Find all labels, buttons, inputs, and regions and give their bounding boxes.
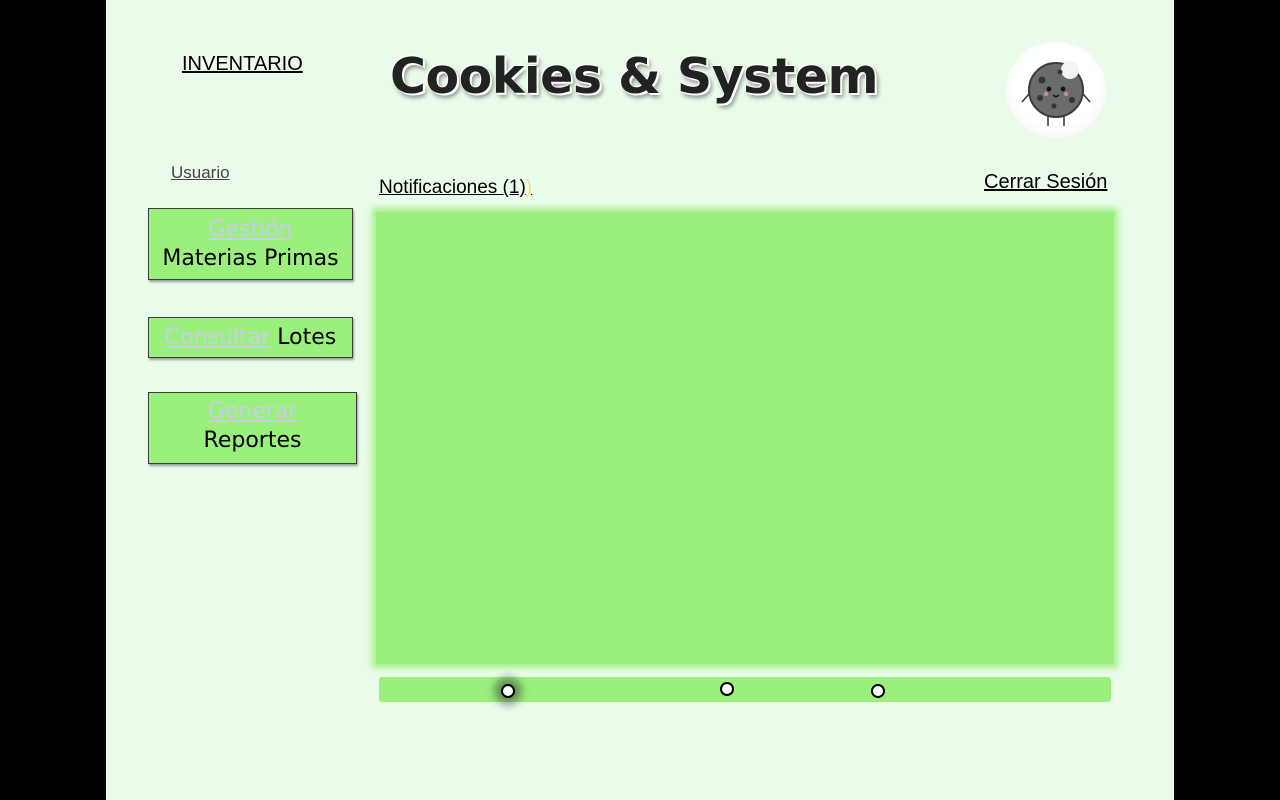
slider-dot-1[interactable] bbox=[501, 684, 515, 698]
notifications-mark: ) bbox=[525, 177, 533, 198]
notifications-link[interactable]: Notificaciones (1)) bbox=[379, 177, 532, 199]
materias-primas-label: Materias Primas bbox=[162, 246, 339, 271]
consultar-accent-label: Consultar bbox=[164, 325, 271, 350]
slider-track bbox=[379, 677, 1111, 702]
slide-canvas: INVENTARIO Cookies & System Usuario Noti… bbox=[106, 0, 1174, 800]
generar-reportes-button[interactable]: Generar Reportes bbox=[148, 392, 357, 464]
user-link[interactable]: Usuario bbox=[171, 163, 230, 183]
notifications-label: Notificaciones (1) bbox=[379, 177, 526, 198]
gestion-materias-primas-button[interactable]: Gestión Materias Primas bbox=[148, 208, 353, 280]
lotes-label: Lotes bbox=[277, 325, 337, 350]
slider-dot-3[interactable] bbox=[871, 684, 885, 698]
generar-accent-label: Generar bbox=[207, 399, 298, 424]
content-panel bbox=[376, 212, 1114, 664]
logout-link[interactable]: Cerrar Sesión bbox=[984, 171, 1107, 194]
cookie-mascot-icon bbox=[1006, 42, 1106, 138]
consultar-lotes-button[interactable]: Consultar Lotes bbox=[148, 317, 353, 358]
gestion-accent-label: Gestión bbox=[208, 217, 293, 242]
slider-dot-2[interactable] bbox=[720, 682, 734, 696]
inventario-link[interactable]: INVENTARIO bbox=[182, 53, 303, 76]
reportes-label: Reportes bbox=[203, 428, 302, 453]
app-title: Cookies & System bbox=[390, 48, 879, 105]
